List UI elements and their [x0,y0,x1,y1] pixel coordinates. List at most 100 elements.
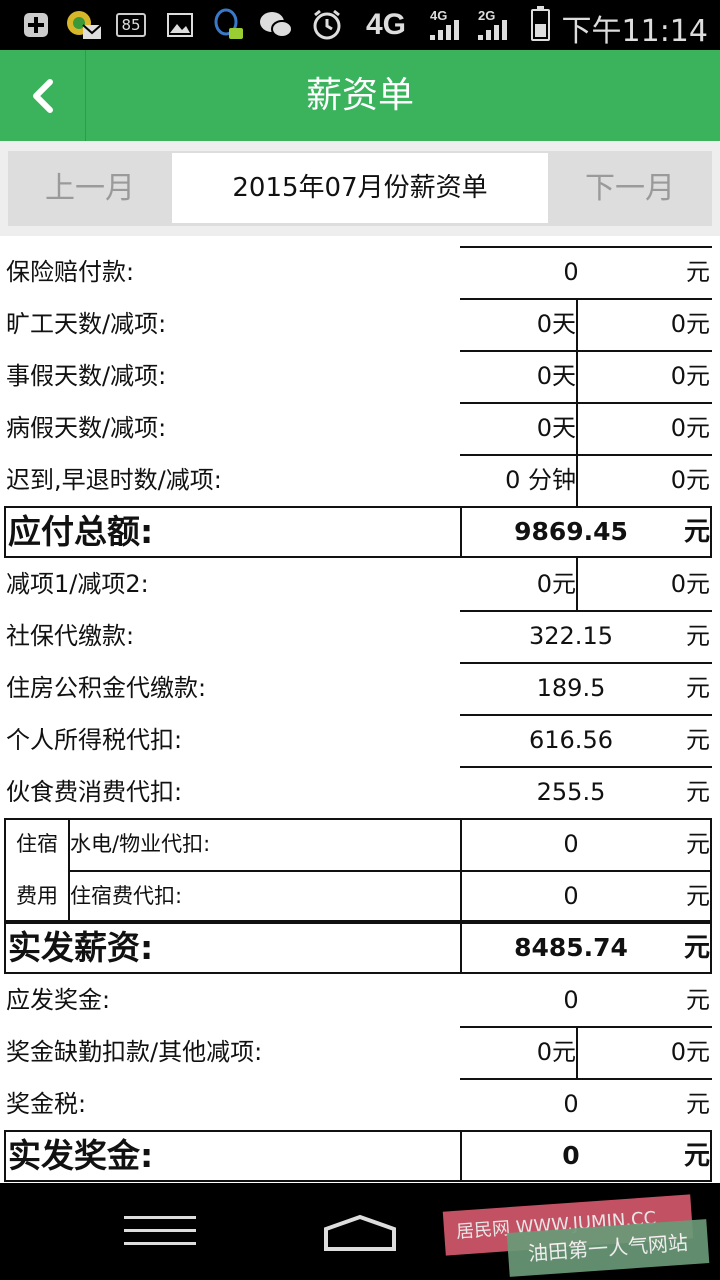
lodging-value: 0 [563,882,579,910]
current-month-tab[interactable]: 2015年07月份薪资单 [172,153,548,223]
row-value: 0 [563,1090,579,1118]
housing-group-label: 住宿 费用 [10,818,64,922]
back-button[interactable] [0,50,86,141]
notification-count-badge: 85 [116,13,146,37]
row-value-days: 0天 [536,362,576,390]
column-divider [576,558,578,610]
housing-group-label-line2: 费用 [16,884,58,908]
row-label: 事假天数/减项: [6,362,167,390]
row-unit: 元 [683,1141,710,1171]
page-title: 薪资单 [305,75,414,116]
column-divider [576,454,578,506]
row-value-amount: 0元 [670,310,710,338]
bonus-due-row: 应发奖金: 0 元 [0,974,720,1026]
meals-row: 伙食费消费代扣: 255.5 元 [0,766,720,818]
clock-time: 下午11:14 [561,14,708,49]
sim1-signal-icon [430,18,459,40]
network-type-label: 4G [366,8,407,41]
insurance-row: 保险赔付款: 0 元 [0,246,720,298]
row-label: 病假天数/减项: [6,414,167,442]
column-divider [576,1026,578,1078]
column-divider [576,298,578,350]
home-button[interactable] [322,1213,398,1257]
row-unit: 元 [686,1090,710,1118]
menu-button[interactable] [124,1216,196,1246]
row-value: 0 [562,1141,580,1170]
absence-row: 旷工天数/减项: 0天 0元 [0,298,720,350]
row-value-amount: 0元 [670,362,710,390]
row-value: 8485.74 [514,933,628,962]
housing-expenses-block: 住宿 费用 水电/物业代扣: 0 元 住宿费代扣: 0 元 [0,818,720,922]
menu-line-icon [124,1242,196,1245]
housing-fund-row: 住房公积金代缴款: 189.5 元 [0,662,720,714]
row-label: 迟到,早退时数/减项: [6,466,222,494]
row-unit: 元 [683,933,710,963]
row-unit: 元 [686,726,710,754]
row-value-amount: 0元 [670,414,710,442]
bonus-deduction-row: 奖金缺勤扣款/其他减项: 0元 0元 [0,1026,720,1078]
month-navigation-bar: 上一月 2015年07月份薪资单 下一月 [8,151,712,226]
alarm-clock-icon [310,9,344,40]
plus-notification-icon [22,10,50,40]
row-unit: 元 [683,517,710,547]
previous-month-button[interactable]: 上一月 [8,151,172,226]
row-value-1: 0元 [536,570,576,598]
row-value-minutes: 0 分钟 [505,466,576,494]
row-value: 616.56 [529,726,613,754]
housing-group-label-line1: 住宿 [16,832,58,856]
utilities-value: 0 [563,830,579,858]
chevron-left-icon [32,78,53,113]
wechat-icon [258,10,294,40]
row-value: 0 [563,986,579,1014]
qq-messenger-icon [212,8,246,40]
row-value: 0 [563,258,579,286]
row-label: 应发奖金: [6,986,111,1014]
column-divider [576,350,578,402]
app-header: 薪资单 [0,50,720,141]
battery-icon [531,6,550,41]
month-navigation: 上一月 2015年07月份薪资单 下一月 [0,141,720,236]
row-label: 个人所得税代扣: [6,726,183,754]
personal-leave-row: 事假天数/减项: 0天 0元 [0,350,720,402]
row-value: 322.15 [529,622,613,650]
menu-line-icon [124,1229,196,1232]
row-unit: 元 [686,258,710,286]
next-month-button[interactable]: 下一月 [548,151,712,226]
utilities-unit: 元 [686,830,710,858]
row-value-days: 0天 [536,310,576,338]
row-value: 9869.45 [514,517,628,546]
row-label: 奖金税: [6,1090,87,1118]
salary-table: 保险赔付款: 0 元 旷工天数/减项: 0天 0元 事假天数/减项: 0天 0元… [0,246,720,1182]
lodging-label: 住宿费代扣: [70,884,183,908]
row-label: 实发奖金: [8,1136,154,1175]
net-pay-row: 实发薪资: 8485.74 元 [0,922,720,974]
sim2-signal-icon [478,18,507,40]
row-unit: 元 [686,674,710,702]
row-value-1: 0元 [536,1038,576,1066]
row-label: 减项1/减项2: [6,570,149,598]
row-label: 保险赔付款: [6,258,135,286]
late-early-row: 迟到,早退时数/减项: 0 分钟 0元 [0,454,720,506]
row-label: 社保代缴款: [6,622,135,650]
lodging-unit: 元 [686,882,710,910]
battery-level-fill [535,24,546,37]
row-label: 奖金缺勤扣款/其他减项: [6,1038,263,1066]
row-label: 应付总额: [8,512,154,551]
home-icon [324,1214,396,1251]
bonus-tax-row: 奖金税: 0 元 [0,1078,720,1130]
row-value-2: 0元 [670,570,710,598]
deduction-row: 减项1/减项2: 0元 0元 [0,558,720,610]
row-unit: 元 [686,986,710,1014]
status-bar: 85 4G 4G 2G 下午11:14 [0,0,720,50]
row-label: 住房公积金代缴款: [6,674,207,702]
row-value: 255.5 [536,778,606,806]
row-unit: 元 [686,778,710,806]
sick-leave-row: 病假天数/减项: 0天 0元 [0,402,720,454]
row-label: 实发薪资: [8,928,154,967]
social-security-row: 社保代缴款: 322.15 元 [0,610,720,662]
row-value: 189.5 [536,674,606,702]
row-value-amount: 0元 [670,466,710,494]
menu-line-icon [124,1216,196,1219]
image-icon [166,10,194,40]
row-label: 旷工天数/减项: [6,310,167,338]
